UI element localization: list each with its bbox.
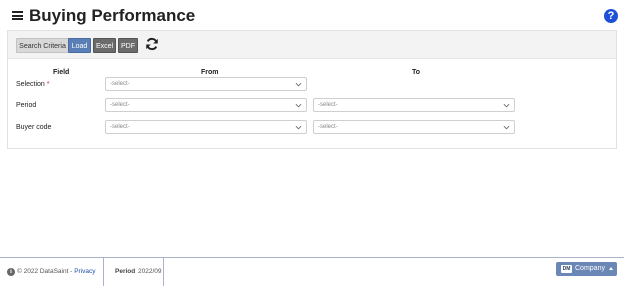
- period-footer-value: 2022/09: [138, 268, 162, 275]
- chevron-down-icon: [295, 125, 302, 130]
- period-to-select[interactable]: -select-: [313, 98, 515, 112]
- search-criteria-button[interactable]: Search Criteria: [16, 38, 69, 53]
- header: Buying Performance ?: [0, 0, 624, 30]
- copyright-text: © 2022 DataSaint - Privacy: [17, 268, 96, 275]
- company-label: Company: [575, 265, 605, 272]
- selection-label: Selection *: [16, 81, 50, 88]
- footer: i © 2022 DataSaint - Privacy Period 2022…: [0, 257, 624, 286]
- chevron-down-icon: [503, 103, 510, 108]
- period-footer-label: Period: [115, 268, 136, 275]
- privacy-link[interactable]: Privacy: [74, 268, 95, 275]
- buyer-code-to-select[interactable]: -select-: [313, 120, 515, 134]
- chevron-down-icon: [295, 82, 302, 87]
- load-button[interactable]: Load: [68, 38, 91, 53]
- period-label: Period: [16, 102, 37, 109]
- info-icon: i: [7, 268, 15, 276]
- help-icon[interactable]: ?: [604, 9, 618, 23]
- pdf-button[interactable]: PDF: [118, 38, 138, 53]
- toolbar: Search Criteria Load Excel PDF: [8, 31, 616, 59]
- buyer-code-from-select[interactable]: -select-: [105, 120, 307, 134]
- selection-from-select[interactable]: -select-: [105, 77, 307, 91]
- page-title: Buying Performance: [29, 6, 196, 25]
- required-marker: *: [46, 81, 50, 88]
- company-button[interactable]: DM Company: [556, 262, 617, 276]
- footer-divider: [163, 258, 164, 286]
- footer-divider: [103, 258, 104, 286]
- hamburger-menu-icon[interactable]: [12, 11, 23, 20]
- caret-up-icon: [609, 267, 613, 270]
- buyer-code-label: Buyer code: [16, 124, 52, 131]
- search-panel: Search Criteria Load Excel PDF Field Fro…: [7, 30, 617, 149]
- dm-logo-icon: DM: [561, 265, 572, 273]
- excel-button[interactable]: Excel: [93, 38, 116, 53]
- column-header-from: From: [201, 69, 219, 76]
- column-header-field: Field: [53, 69, 70, 76]
- column-header-to: To: [412, 69, 421, 76]
- refresh-icon[interactable]: [145, 37, 159, 51]
- period-from-select[interactable]: -select-: [105, 98, 307, 112]
- chevron-down-icon: [295, 103, 302, 108]
- chevron-down-icon: [503, 125, 510, 130]
